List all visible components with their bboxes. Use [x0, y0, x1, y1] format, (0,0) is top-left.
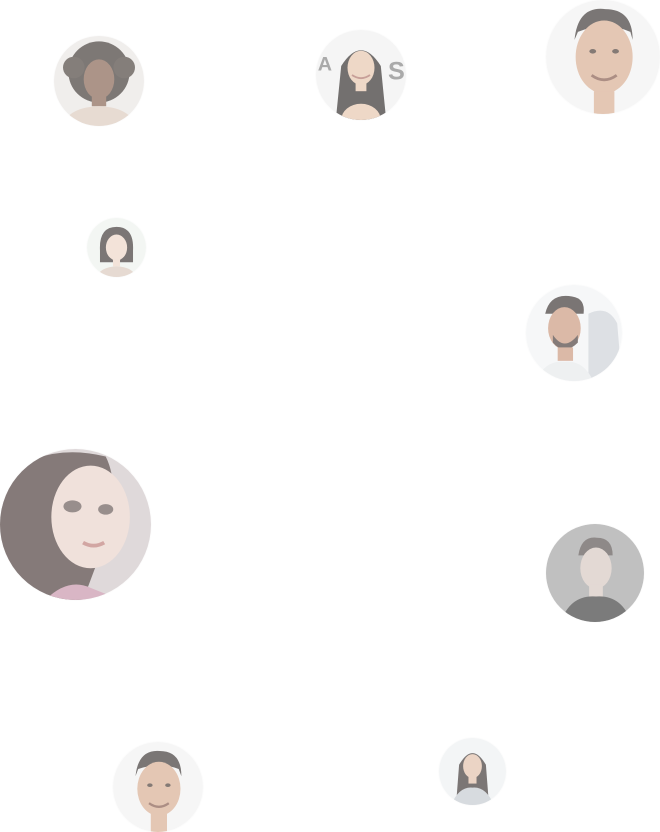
- portrait-photo: A S: [316, 30, 406, 120]
- portrait-photo: [439, 738, 506, 805]
- portrait-photo: [54, 36, 144, 126]
- portrait-photo: [0, 449, 151, 600]
- avatar-scatter: A S: [0, 0, 660, 832]
- portrait-photo: [546, 0, 660, 114]
- portrait-photo: [87, 218, 146, 277]
- avatar[interactable]: [526, 285, 622, 381]
- portrait-photo: [526, 285, 622, 381]
- avatar[interactable]: [0, 449, 151, 600]
- avatar[interactable]: [546, 0, 660, 114]
- svg-text:S: S: [388, 58, 405, 86]
- avatar[interactable]: [113, 742, 203, 832]
- svg-text:A: A: [318, 54, 332, 76]
- avatar[interactable]: [87, 218, 146, 277]
- avatar[interactable]: [546, 524, 644, 622]
- avatar[interactable]: [54, 36, 144, 126]
- portrait-photo: [113, 742, 203, 832]
- avatar[interactable]: [439, 738, 506, 805]
- avatar[interactable]: A S: [316, 30, 406, 120]
- portrait-photo: [546, 524, 644, 622]
